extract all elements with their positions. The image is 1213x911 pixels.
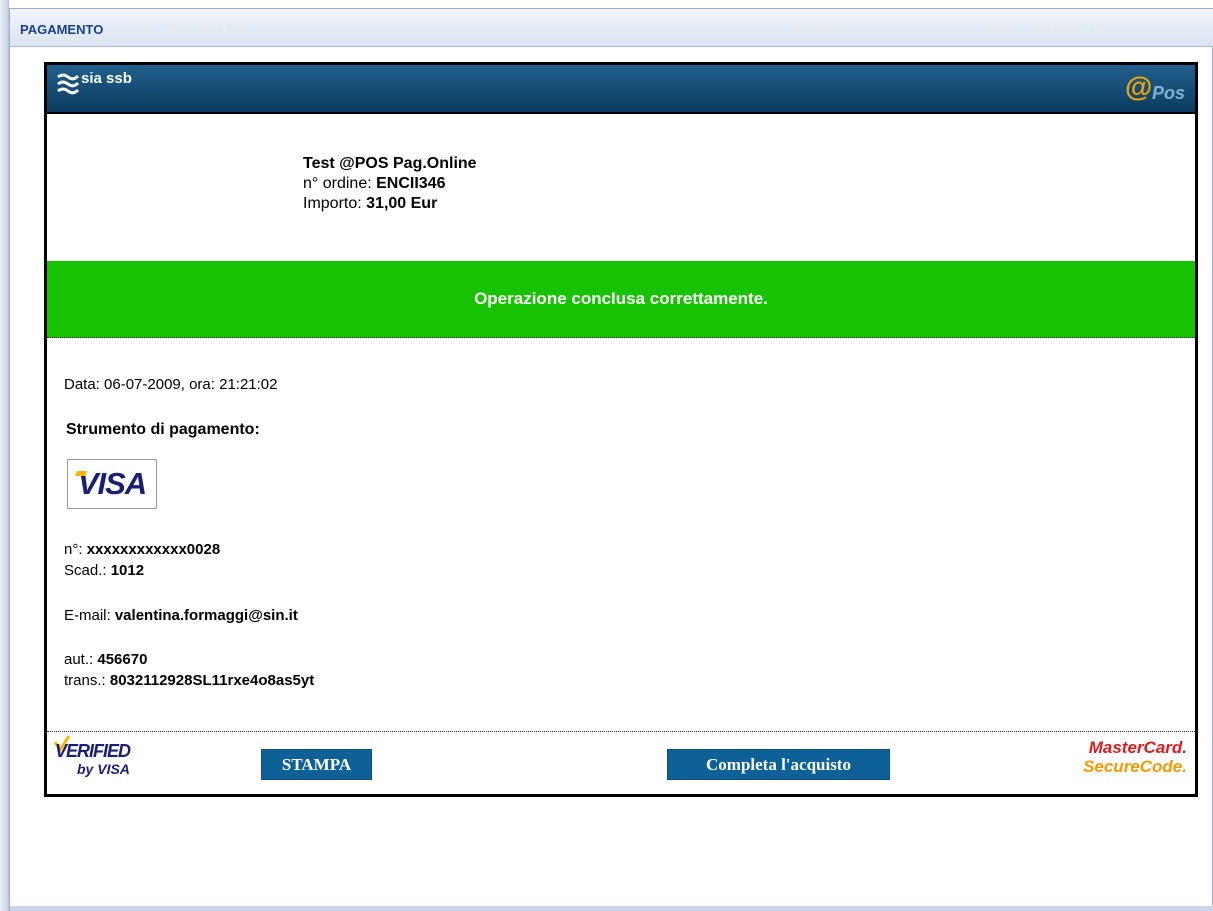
datetime-text: Data: 06-07-2009, ora: 21:21:02 bbox=[64, 376, 278, 393]
expiry-label: Scad.: bbox=[64, 562, 111, 579]
apos-text: Pos bbox=[1152, 83, 1186, 103]
email-label: E-mail: bbox=[64, 607, 115, 624]
merchant-name: Test @POS Pag.Online bbox=[303, 155, 477, 172]
apos-logo: @ Pos bbox=[1125, 71, 1186, 105]
auth-line: aut.: 456670 bbox=[64, 651, 147, 668]
footer-divider bbox=[47, 731, 1195, 732]
order-label: n° ordine: bbox=[303, 175, 377, 192]
brand-text: sia ssb bbox=[81, 70, 132, 87]
background-text-2: Mantello: bbox=[790, 21, 848, 36]
trans-line: trans.: 8032112928SL11rxe4o8as5yt bbox=[64, 672, 314, 689]
card-number-value: xxxxxxxxxxxx0028 bbox=[86, 541, 221, 558]
order-line: n° ordine: ENCII346 bbox=[303, 174, 477, 194]
background-text-3: BIANCO MARRONE bbox=[985, 21, 1108, 36]
status-message: Operazione conclusa correttamente. bbox=[474, 289, 768, 308]
auth-value: 456670 bbox=[97, 651, 148, 668]
complete-purchase-button[interactable]: Completa l'acquisto bbox=[667, 749, 890, 780]
window-title: PAGAMENTO bbox=[20, 22, 104, 37]
panel-header: sia ssb @ Pos bbox=[47, 65, 1195, 114]
email-line: E-mail: valentina.formaggi@sin.it bbox=[64, 607, 298, 624]
print-button[interactable]: STAMPA bbox=[261, 749, 372, 780]
auth-label: aut.: bbox=[64, 651, 98, 668]
sia-ssb-wave-icon bbox=[57, 73, 79, 95]
vbv-verified-text: VERIFIED bbox=[55, 741, 131, 761]
instrument-heading: Strumento di pagamento: bbox=[66, 421, 260, 438]
email-value: valentina.formaggi@sin.it bbox=[114, 607, 298, 624]
window-bottom-edge bbox=[10, 906, 1213, 911]
card-number-label: n°: bbox=[64, 541, 87, 558]
sia-ssb-logo: sia ssb bbox=[57, 70, 132, 97]
left-window-strip bbox=[0, 0, 9, 911]
visa-brand-text: VISA bbox=[77, 466, 147, 501]
verified-by-visa-logo: VERIFIED by VISA bbox=[53, 735, 145, 785]
window-header: SETTER INGLESE Mantello: BIANCO MARRONE bbox=[10, 9, 1213, 47]
amount-line: Importo: 31,00 Eur bbox=[303, 194, 477, 214]
merchant-info: Test @POS Pag.Online n° ordine: ENCII346… bbox=[303, 154, 477, 214]
amount-value: 31,00 Eur bbox=[366, 195, 438, 212]
securecode-text: SecureCode. bbox=[1083, 757, 1187, 776]
visa-card-logo: VISA bbox=[67, 459, 157, 509]
card-number-line: n°: xxxxxxxxxxxx0028 bbox=[64, 541, 220, 558]
amount-label: Importo: bbox=[303, 195, 367, 212]
mastercard-securecode-logo: MasterCard. SecureCode. bbox=[1083, 738, 1187, 776]
expiry-line: Scad.: 1012 bbox=[64, 562, 144, 579]
apos-at-glyph: @ bbox=[1125, 71, 1153, 102]
trans-value: 8032112928SL11rxe4o8as5yt bbox=[109, 672, 315, 689]
trans-label: trans.: bbox=[64, 672, 110, 689]
expiry-value: 1012 bbox=[110, 562, 145, 579]
mastercard-text: MasterCard. bbox=[1088, 738, 1187, 757]
order-number: ENCII346 bbox=[376, 175, 446, 192]
payment-panel: sia ssb @ Pos Test @POS Pag.Online n° or… bbox=[44, 62, 1198, 797]
background-text-1: SETTER INGLESE bbox=[140, 21, 252, 36]
status-banner: Operazione conclusa correttamente. bbox=[47, 261, 1195, 338]
vbv-by-visa-text: by VISA bbox=[77, 761, 130, 777]
